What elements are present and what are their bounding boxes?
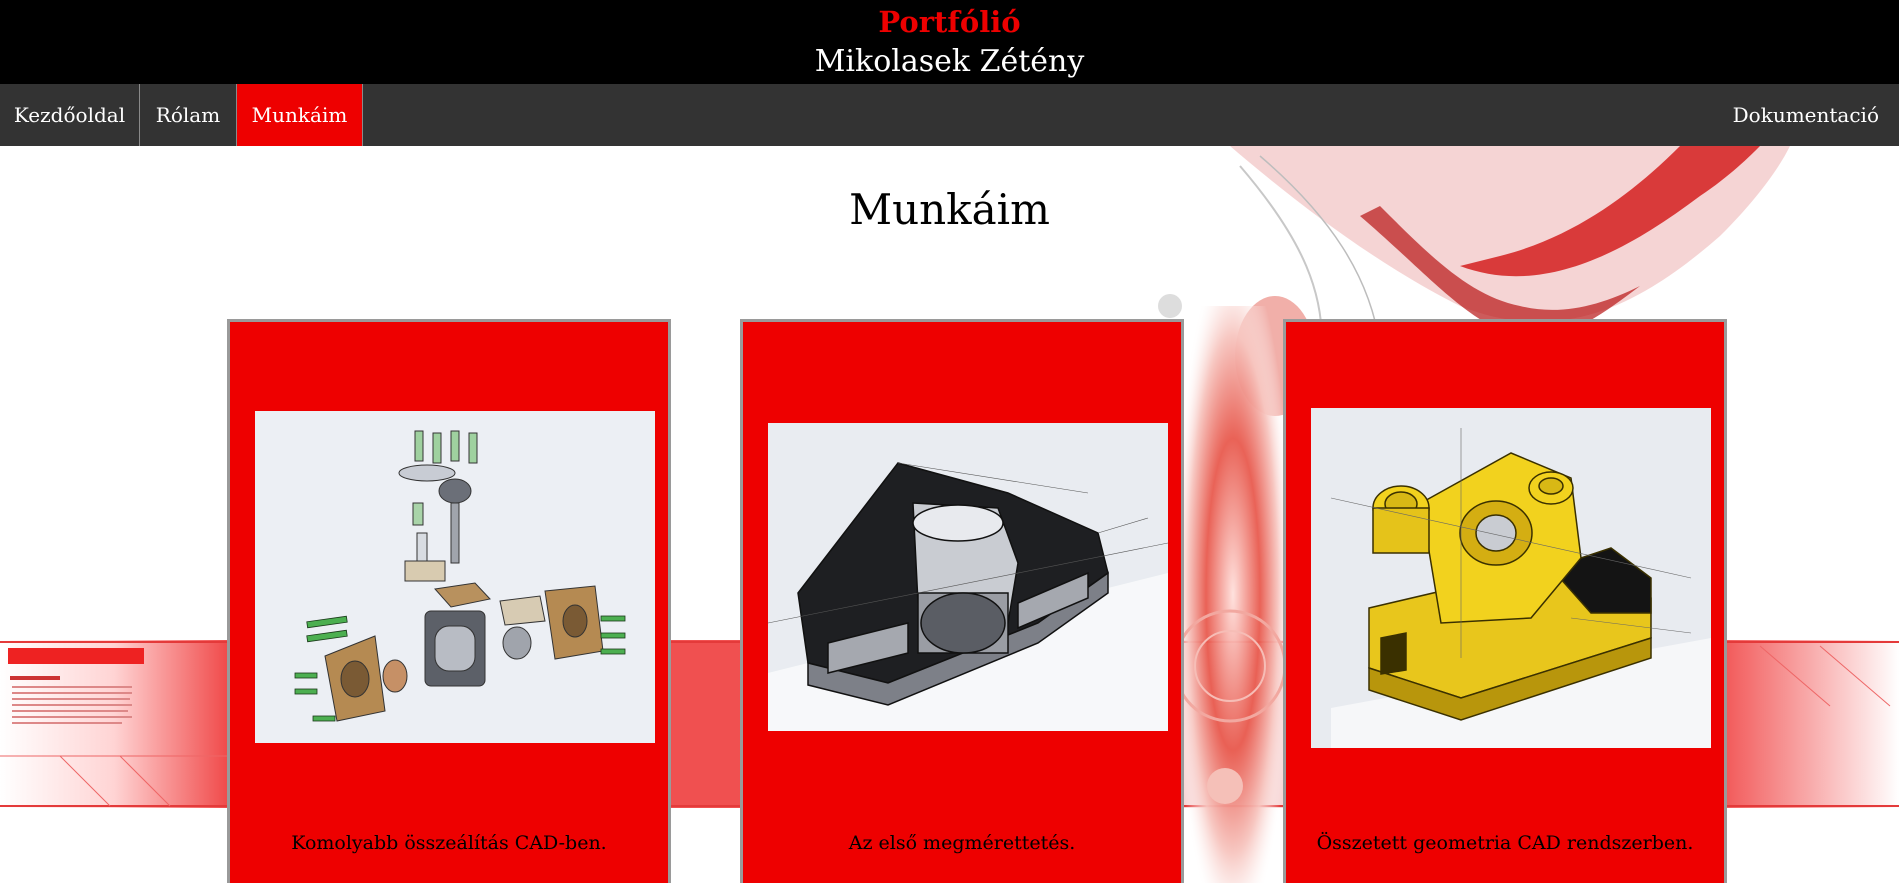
page-heading: Munkáim [849,185,1050,234]
project-image-2[interactable] [768,423,1168,731]
main-nav: Kezdőoldal Rólam Munkáim Dokumentació [0,84,1899,146]
section-housing-render [768,423,1168,731]
project-image-1[interactable] [255,411,655,743]
nav-link-home[interactable]: Kezdőoldal [0,84,140,146]
nav-link-works-active[interactable]: Munkáim [237,84,363,146]
author-name: Mikolasek Zétény [814,44,1085,79]
project-caption-2: Az első megmérettetés. [848,832,1076,854]
site-title: Portfólió [878,5,1021,39]
project-card-3[interactable]: Összetett geometria CAD rendszerben. [1283,319,1727,883]
project-caption-1: Komolyabb összeálítás CAD-ben. [291,832,607,854]
nav-link-about[interactable]: Rólam [140,84,237,146]
project-image-3[interactable] [1311,408,1711,748]
exploded-assembly-render [255,411,655,743]
project-caption-3: Összetett geometria CAD rendszerben. [1316,832,1694,854]
project-card-2[interactable]: Az első megmérettetés. [740,319,1184,883]
nav-link-documentation[interactable]: Dokumentació [1733,84,1879,146]
project-card-1[interactable]: Komolyabb összeálítás CAD-ben. [227,319,671,883]
site-header: Portfólió Mikolasek Zétény [0,0,1899,84]
yellow-bracket-render [1311,408,1711,748]
